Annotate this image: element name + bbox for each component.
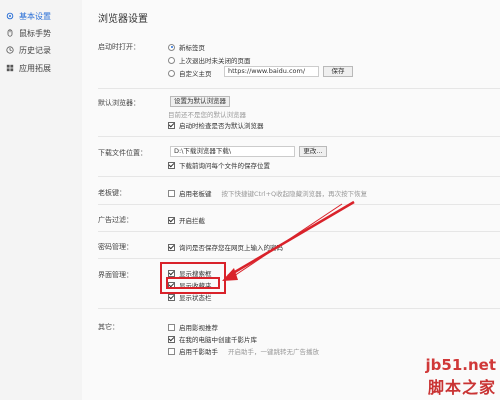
checkbox-label: 开启拦截	[179, 217, 205, 225]
sidebar-item-basic-settings[interactable]: 基本设置	[6, 10, 51, 22]
ask-save-password-option[interactable]: 询问是否保存您在网页上输入的密码	[168, 242, 283, 252]
divider	[98, 176, 500, 177]
sidebar-item-extensions[interactable]: 应用拓展	[6, 62, 51, 74]
ad-filter-checkbox[interactable]	[168, 216, 175, 224]
boss-key-checkbox[interactable]	[168, 189, 175, 197]
annotation-box-inner	[166, 277, 220, 289]
ask-download-location-option[interactable]: 下载前询问每个文件的保存位置	[168, 160, 270, 170]
video-recommend-checkbox[interactable]	[168, 323, 175, 331]
clock-icon	[6, 46, 14, 54]
sidebar-item-label: 应用拓展	[19, 63, 51, 73]
checkbox-label: 启用影视推荐	[179, 324, 218, 332]
change-download-path-button[interactable]: 更改...	[299, 146, 327, 157]
homepage-url-input[interactable]: https://www.baidu.com/	[224, 66, 319, 77]
ui-management-label: 界面管理：	[98, 271, 133, 279]
show-status-bar-checkbox[interactable]	[168, 293, 175, 301]
radio-label: 新标签页	[179, 44, 205, 52]
create-shortcut-option[interactable]: 在我的电脑中创建千影片库	[168, 334, 257, 344]
download-path-input[interactable]: D:\下载浏览器下载\	[170, 146, 295, 157]
page-title: 浏览器设置	[98, 14, 148, 25]
radio-label: 自定义主页	[179, 70, 212, 78]
qianying-hint: 开启助手，一键跳转无广告播放	[228, 348, 319, 356]
watermark-name: 脚本之家	[427, 378, 496, 397]
checkbox-label: 启动时检查是否为默认浏览器	[179, 122, 264, 130]
divider	[98, 136, 500, 137]
auto-check-default-option[interactable]: 启动时检查是否为默认浏览器	[168, 120, 264, 130]
boss-key-hint: 按下快捷键Ctrl+Q收起隐藏浏览器，再次按下恢复	[221, 190, 368, 198]
default-browser-label: 默认浏览器：	[98, 99, 140, 107]
sidebar-item-label: 基本设置	[19, 11, 51, 21]
default-browser-status: 目前还不是您的默认浏览器	[168, 111, 246, 119]
site-watermark: jb51.net 脚本之家	[384, 356, 496, 397]
save-homepage-button[interactable]: 保存	[323, 66, 353, 77]
startup-option-custom[interactable]: 自定义主页	[168, 68, 212, 78]
startup-label: 启动时打开：	[98, 43, 140, 51]
qianying-helper-checkbox[interactable]	[168, 347, 175, 355]
checkbox-label: 启用千影助手	[179, 348, 218, 356]
ask-save-password-checkbox[interactable]	[168, 243, 175, 251]
checkbox-label: 下载前询问每个文件的保存位置	[179, 162, 270, 170]
settings-panel: 浏览器设置 启动时打开： 新标签页 上次退出时未关闭的页面 自定义主页 http…	[82, 0, 500, 400]
checkbox-label: 在我的电脑中创建千影片库	[179, 336, 257, 344]
download-location-label: 下载文件位置：	[98, 149, 147, 157]
checkbox-label: 询问是否保存您在网页上输入的密码	[179, 244, 283, 252]
startup-option-new-tab[interactable]: 新标签页	[168, 42, 205, 52]
radio-last-session[interactable]	[168, 56, 175, 64]
sidebar-item-history[interactable]: 历史记录	[6, 44, 51, 56]
set-default-browser-button[interactable]: 设置为默认浏览器	[170, 96, 230, 107]
divider	[98, 204, 500, 205]
password-label: 密码管理：	[98, 243, 133, 251]
radio-custom-homepage[interactable]	[168, 69, 175, 77]
ask-download-location-checkbox[interactable]	[168, 161, 175, 169]
qianying-helper-option[interactable]: 启用千影助手 开启助手，一键跳转无广告播放	[168, 346, 319, 356]
gear-icon	[6, 12, 14, 20]
radio-label: 上次退出时未关闭的页面	[179, 57, 251, 65]
video-recommend-option[interactable]: 启用影视推荐	[168, 322, 218, 332]
create-shortcut-checkbox[interactable]	[168, 335, 175, 343]
divider	[98, 231, 500, 232]
ad-filter-label: 广告过滤：	[98, 216, 133, 224]
sidebar-item-mouse-gestures[interactable]: 鼠标手势	[6, 27, 51, 39]
grid-icon	[6, 64, 14, 72]
boss-key-option[interactable]: 启用老板键 按下快捷键Ctrl+Q收起隐藏浏览器，再次按下恢复	[168, 188, 367, 198]
divider	[98, 308, 500, 309]
other-label: 其它：	[98, 323, 119, 331]
startup-option-last-session[interactable]: 上次退出时未关闭的页面	[168, 55, 251, 65]
sidebar-item-label: 历史记录	[19, 45, 51, 55]
watermark-site: jb51.net	[425, 356, 496, 374]
sidebar: 基本设置 鼠标手势 历史记录 应用拓展	[0, 0, 80, 400]
auto-check-default-checkbox[interactable]	[168, 121, 175, 129]
mouse-icon	[7, 29, 13, 37]
checkbox-label: 启用老板键	[179, 190, 212, 198]
sidebar-item-label: 鼠标手势	[19, 28, 51, 38]
divider	[98, 258, 500, 259]
ad-filter-option[interactable]: 开启拦截	[168, 215, 205, 225]
divider	[98, 88, 500, 89]
radio-new-tab[interactable]	[168, 43, 175, 51]
boss-key-label: 老板键：	[98, 189, 126, 197]
